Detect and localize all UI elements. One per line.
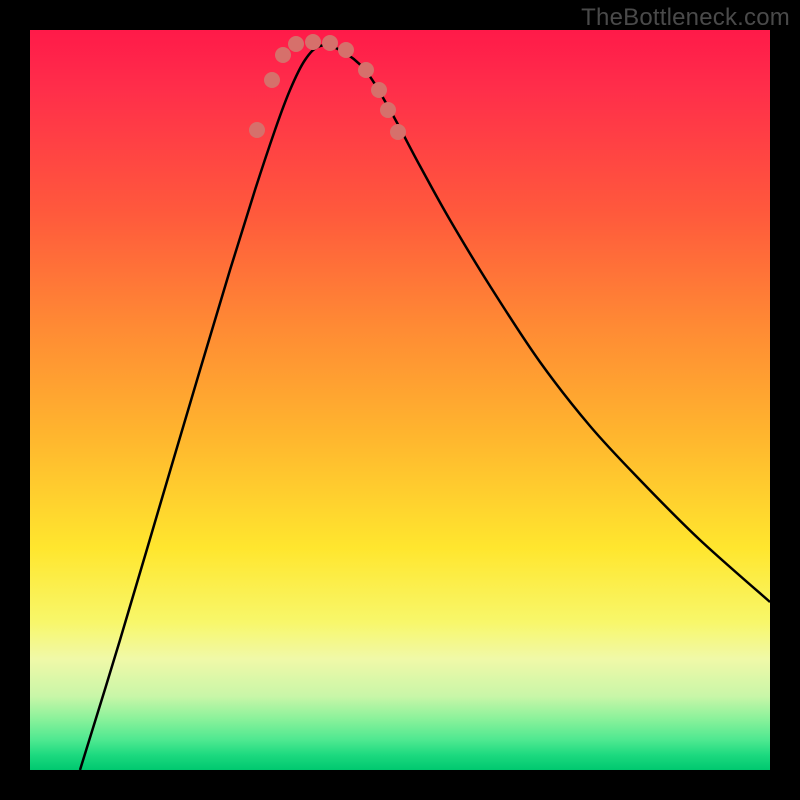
marker-dot — [390, 124, 406, 140]
marker-dot — [249, 122, 265, 138]
marker-dot — [338, 42, 354, 58]
marker-dot — [371, 82, 387, 98]
highlight-markers — [249, 34, 406, 140]
marker-dot — [358, 62, 374, 78]
marker-dot — [322, 35, 338, 51]
marker-dot — [305, 34, 321, 50]
chart-frame — [30, 30, 770, 770]
bottleneck-curve — [80, 45, 770, 770]
marker-dot — [288, 36, 304, 52]
marker-dot — [264, 72, 280, 88]
watermark-text: TheBottleneck.com — [581, 4, 790, 32]
marker-dot — [275, 47, 291, 63]
chart-svg — [30, 30, 770, 770]
marker-dot — [380, 102, 396, 118]
curve-path — [80, 45, 770, 770]
